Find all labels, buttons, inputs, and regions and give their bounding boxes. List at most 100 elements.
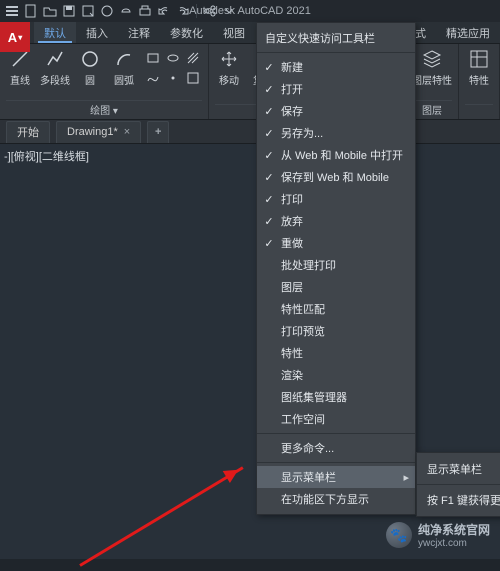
watermark-url: ywcjxt.com xyxy=(418,538,490,549)
ribbon-tab-featured[interactable]: 精选应用 xyxy=(436,22,500,43)
qa-item-label: 更多命令... xyxy=(281,440,334,456)
qa-item-showmenubar[interactable]: 显示菜单栏▸ xyxy=(257,466,415,488)
ribbon-tab-parametric[interactable]: 参数化 xyxy=(160,22,213,43)
qat-web-save-icon[interactable] xyxy=(118,3,134,19)
qa-item-matchprops[interactable]: 特性匹配 xyxy=(257,298,415,320)
qat-menu-title: 自定义快速访问工具栏 xyxy=(257,27,415,49)
ribbon-btn-label: 图层特性 xyxy=(412,72,452,87)
spline-icon[interactable] xyxy=(144,69,162,87)
annotation-arrow xyxy=(79,466,243,566)
move-icon xyxy=(218,48,240,70)
qat-submenu: 显示菜单栏 按 F1 键获得更多帮助 xyxy=(416,452,500,517)
qa-item-label: 图纸集管理器 xyxy=(281,389,347,405)
ribbon-btn-label: 移动 xyxy=(219,72,239,87)
qa-item-belowribbon[interactable]: 在功能区下方显示 xyxy=(257,488,415,510)
qa-item-label: 新建 xyxy=(281,59,303,75)
app-title: Autodesk AutoCAD 2021 xyxy=(189,5,311,17)
ribbon-tab-strip: 默认 插入 注释 参数化 视图 格式 精选应用 xyxy=(0,22,500,44)
close-icon[interactable]: × xyxy=(124,126,130,138)
ribbon-btn-polyline[interactable]: 多段线 xyxy=(40,48,70,87)
qa-item-sheetset[interactable]: 图纸集管理器 xyxy=(257,386,415,408)
submenu-f1help: 按 F1 键获得更多帮助 xyxy=(417,488,500,512)
ribbon-btn-label: 圆 xyxy=(85,72,95,87)
chevron-down-icon: ▾ xyxy=(18,33,22,42)
hatch-icon[interactable] xyxy=(184,49,202,67)
qa-item-undo[interactable]: ✓放弃 xyxy=(257,210,415,232)
qa-item-label: 工作空间 xyxy=(281,411,325,427)
qa-item-plot[interactable]: ✓ 打印 xyxy=(257,188,415,210)
qat-open-icon[interactable] xyxy=(42,3,58,19)
qa-item-openweb[interactable]: ✓从 Web 和 Mobile 中打开 xyxy=(257,144,415,166)
qa-item-new[interactable]: ✓ 新建 xyxy=(257,56,415,78)
ribbon-group-label: 绘图 ▾ xyxy=(6,100,202,117)
qa-item-label: 在功能区下方显示 xyxy=(281,491,369,507)
check-icon: ✓ xyxy=(263,61,275,74)
qat-customize-menu: 自定义快速访问工具栏 ✓ 新建 ✓打开 ✓ 保存 ✓另存为... ✓从 Web 和 … xyxy=(256,22,416,515)
arc-icon xyxy=(113,48,135,70)
qa-item-save[interactable]: ✓ 保存 xyxy=(257,100,415,122)
ribbon-group-draw: 直线 多段线 圆 圆弧 绘图 ▾ xyxy=(0,44,209,119)
qa-item-open[interactable]: ✓打开 xyxy=(257,78,415,100)
title-bar: Autodesk AutoCAD 2021 xyxy=(0,0,500,22)
rect-icon[interactable] xyxy=(144,49,162,67)
region-icon[interactable] xyxy=(184,69,202,87)
qa-item-plotpreview[interactable]: 打印预览 xyxy=(257,320,415,342)
qa-item-morecommands[interactable]: 更多命令... xyxy=(257,437,415,459)
viewport-label[interactable]: -][俯视][二维线框] xyxy=(4,148,89,164)
ribbon-btn-arc[interactable]: 圆弧 xyxy=(110,48,138,87)
doc-tab-drawing1[interactable]: Drawing1* × xyxy=(56,121,141,143)
ribbon-tab-annotate[interactable]: 注释 xyxy=(118,22,160,43)
doc-tab-start[interactable]: 开始 xyxy=(6,121,50,143)
doc-tab-new[interactable]: + xyxy=(147,121,169,143)
qa-item-workspace[interactable]: 工作空间 xyxy=(257,408,415,430)
point-icon[interactable] xyxy=(164,69,182,87)
qa-item-render[interactable]: 渲染 xyxy=(257,364,415,386)
ribbon-btn-move[interactable]: 移动 xyxy=(215,48,243,87)
qat-saveas-icon[interactable] xyxy=(80,3,96,19)
ribbon-tab-default[interactable]: 默认 xyxy=(34,22,76,43)
app-menu-button[interactable]: A ▾ xyxy=(0,22,30,52)
check-icon: ✓ xyxy=(263,171,275,184)
ribbon-btn-label: 多段线 xyxy=(40,72,70,87)
check-icon: ✓ xyxy=(263,193,275,206)
qa-item-label: 按 F1 键获得更多帮助 xyxy=(427,492,500,508)
qa-item-label: 图层 xyxy=(281,279,303,295)
ribbon-btn-label: 直线 xyxy=(10,72,30,87)
qat-save-icon[interactable] xyxy=(61,3,77,19)
check-icon: ✓ xyxy=(263,105,275,118)
qat-undo-icon[interactable] xyxy=(156,3,172,19)
check-icon: ✓ xyxy=(263,215,275,228)
watermark: 🐾 纯净系统官网 ywcjxt.com xyxy=(386,521,490,549)
ribbon-btn-layerprops[interactable]: 图层特性 xyxy=(412,48,452,87)
ribbon-btn-label: 圆弧 xyxy=(114,72,134,87)
ribbon-btn-properties[interactable]: 特性 xyxy=(465,48,493,87)
check-icon: ✓ xyxy=(263,127,275,140)
qa-item-label: 保存到 Web 和 Mobile xyxy=(281,169,389,185)
qa-item-saveweb[interactable]: ✓ 保存到 Web 和 Mobile xyxy=(257,166,415,188)
qat-web-open-icon[interactable] xyxy=(99,3,115,19)
ribbon-tab-view[interactable]: 视图 xyxy=(213,22,255,43)
qa-item-layer[interactable]: 图层 xyxy=(257,276,415,298)
qa-item-saveas[interactable]: ✓另存为... xyxy=(257,122,415,144)
ribbon-tab-insert[interactable]: 插入 xyxy=(76,22,118,43)
ribbon-btn-circle[interactable]: 圆 xyxy=(76,48,104,87)
check-icon: ✓ xyxy=(263,149,275,162)
chevron-right-icon: ▸ xyxy=(403,471,409,484)
qat-plot-icon[interactable] xyxy=(137,3,153,19)
qa-item-batchplot[interactable]: 批处理打印 xyxy=(257,254,415,276)
ribbon-btn-line[interactable]: 直线 xyxy=(6,48,34,87)
watermark-text: 纯净系统官网 xyxy=(418,521,490,538)
qa-item-redo[interactable]: ✓重做 xyxy=(257,232,415,254)
document-tab-strip: 开始 Drawing1* × + xyxy=(0,120,500,144)
qat-new-icon[interactable] xyxy=(23,3,39,19)
qa-item-label: 打印 xyxy=(281,191,303,207)
qa-item-label: 显示菜单栏 xyxy=(427,461,482,477)
ellipse-icon[interactable] xyxy=(164,49,182,67)
qa-item-label: 保存 xyxy=(281,103,303,119)
ribbon-btn-label: 特性 xyxy=(469,72,489,87)
qa-item-label: 特性匹配 xyxy=(281,301,325,317)
submenu-showmenubar[interactable]: 显示菜单栏 xyxy=(417,457,500,481)
qat-menu-icon[interactable] xyxy=(4,3,20,19)
layers-icon xyxy=(421,48,443,70)
qa-item-properties[interactable]: 特性 xyxy=(257,342,415,364)
